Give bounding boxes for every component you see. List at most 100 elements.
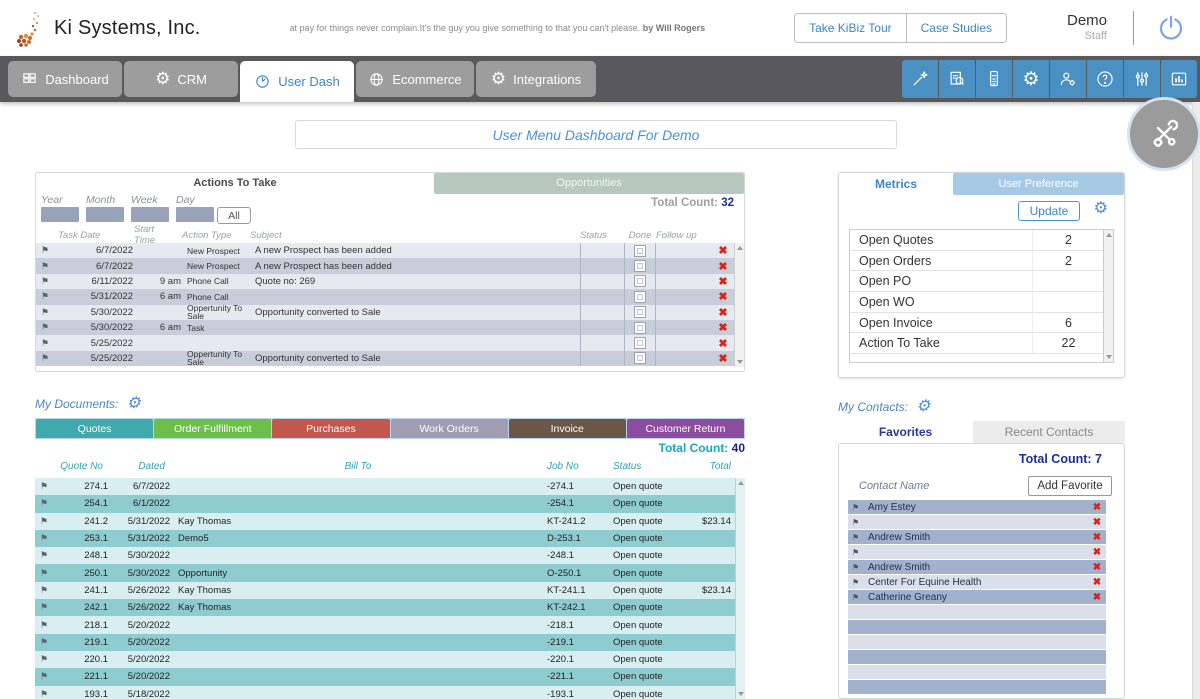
filter-box[interactable] [41,207,79,222]
quote-row[interactable]: ⚑ 221.1 5/20/2022 -221.1 Open quote [35,668,745,685]
document-tab[interactable]: Purchases [272,419,389,438]
delete-task-icon[interactable]: ✖ [712,337,734,350]
invoice-search-icon[interactable] [939,60,975,98]
contact-row[interactable]: ⚑ Andrew Smith ✖ [848,530,1106,545]
remove-favorite-icon[interactable]: ✖ [1088,547,1106,558]
document-tab[interactable]: Order Fulfillment [154,419,271,438]
tab-dashboard[interactable]: Dashboard [8,61,122,97]
settings-gear-icon[interactable]: ⚙ [1013,60,1049,98]
task-row[interactable]: ⚑ 5/30/2022 6 am Task ✖ [36,320,744,335]
remove-favorite-icon[interactable]: ✖ [1088,562,1106,573]
admin-tools-icon[interactable] [1127,97,1200,171]
delete-task-icon[interactable]: ✖ [712,321,734,334]
sliders-icon[interactable] [1124,60,1160,98]
delete-task-icon[interactable]: ✖ [712,260,734,273]
quote-row[interactable]: ⚑ 242.1 5/26/2022 Kay Thomas KT-242.1 Op… [35,599,745,616]
quote-row[interactable]: ⚑ 220.1 5/20/2022 -220.1 Open quote [35,651,745,668]
task-row[interactable]: ⚑ 5/31/2022 6 am Phone Call ✖ [36,289,744,304]
filter-box[interactable] [86,207,124,222]
tab-metrics[interactable]: Metrics [839,173,953,195]
remove-favorite-icon[interactable]: ✖ [1088,517,1106,528]
delete-task-icon[interactable]: ✖ [712,244,734,257]
user-settings-icon[interactable] [1050,60,1086,98]
done-checkbox[interactable] [634,306,646,318]
quote-row[interactable]: ⚑ 241.2 5/31/2022 Kay Thomas KT-241.2 Op… [35,513,745,530]
task-row[interactable]: ⚑ 6/7/2022 New Prospect A new Prospect h… [36,258,744,273]
remove-favorite-icon[interactable]: ✖ [1088,532,1106,543]
metrics-scrollbar[interactable] [1103,230,1113,362]
quote-row[interactable]: ⚑ 241.1 5/26/2022 Kay Thomas KT-241.1 Op… [35,582,745,599]
metric-row[interactable]: Open Quotes 2 [850,230,1104,251]
page-scrollbar[interactable] [1192,102,1200,699]
document-tab[interactable]: Quotes [36,419,153,438]
task-row[interactable]: ⚑ 6/11/2022 9 am Phone Call Quote no: 26… [36,274,744,289]
tab-ecommerce[interactable]: Ecommerce [356,61,474,97]
bar-chart-icon[interactable] [1161,60,1197,98]
remove-favorite-icon[interactable]: ✖ [1088,592,1106,603]
done-checkbox[interactable] [634,275,646,287]
contact-row[interactable]: ⚑ Andrew Smith ✖ [848,560,1106,575]
tab-integrations[interactable]: ⚙ Integrations [476,61,596,97]
task-row[interactable]: ⚑ 5/25/2022 ✖ [36,335,744,350]
filter-box[interactable] [176,207,214,222]
task-row[interactable]: ⚑ 5/25/2022 Oppertunity To Sale Opportun… [36,351,744,366]
done-checkbox[interactable] [634,260,646,272]
done-checkbox[interactable] [634,322,646,334]
actions-scrollbar[interactable] [734,243,744,367]
delete-task-icon[interactable]: ✖ [712,290,734,303]
documents-gear-icon[interactable]: ⚙ [126,396,140,412]
document-tab[interactable]: Invoice [509,419,626,438]
magic-wand-icon[interactable] [902,60,938,98]
done-checkbox[interactable] [634,245,646,257]
metric-row[interactable]: Action To Take 22 [850,333,1104,354]
metric-row[interactable]: Open PO [850,271,1104,292]
contact-row[interactable]: ⚑ Amy Estey ✖ [848,500,1106,515]
contacts-gear-icon[interactable]: ⚙ [916,399,930,415]
task-row[interactable]: ⚑ 6/7/2022 New Prospect A new Prospect h… [36,243,744,258]
done-checkbox[interactable] [634,291,646,303]
remove-favorite-icon[interactable]: ✖ [1088,577,1106,588]
contact-row[interactable]: ⚑ Center For Equine Health ✖ [848,575,1106,590]
delete-task-icon[interactable]: ✖ [712,275,734,288]
take-kibiz-tour-button[interactable]: Take KiBiz Tour [795,14,906,42]
quote-row[interactable]: ⚑ 274.1 6/7/2022 -274.1 Open quote [35,478,745,495]
quotes-scrollbar[interactable] [735,478,745,699]
tab-recent-contacts[interactable]: Recent Contacts [973,421,1125,443]
metric-row[interactable]: Open Orders 2 [850,251,1104,272]
done-checkbox[interactable] [634,337,646,349]
case-studies-button[interactable]: Case Studies [907,14,1006,42]
quote-row[interactable]: ⚑ 193.1 5/18/2022 -193.1 Open quote [35,686,745,699]
quote-row[interactable]: ⚑ 254.1 6/1/2022 -254.1 Open quote [35,495,745,512]
help-icon[interactable] [1087,60,1123,98]
metrics-gear-icon[interactable]: ⚙ [1094,201,1108,217]
tab-favorites[interactable]: Favorites [838,421,973,443]
document-tab[interactable]: Customer Return [627,419,744,438]
tab-crm[interactable]: ⚙ CRM [124,61,238,97]
done-checkbox[interactable] [634,352,646,364]
mobile-phone-icon[interactable] [976,60,1012,98]
quote-row[interactable]: ⚑ 250.1 5/30/2022 Opportunity O-250.1 Op… [35,564,745,581]
filter-box[interactable] [131,207,169,222]
add-favorite-button[interactable]: Add Favorite [1028,476,1112,496]
quote-row[interactable]: ⚑ 218.1 5/20/2022 -218.1 Open quote [35,616,745,633]
metric-row[interactable]: Open Invoice 6 [850,313,1104,334]
contact-row[interactable]: ⚑ ✖ [848,545,1106,560]
update-button[interactable]: Update [1018,201,1080,221]
logout-power-button[interactable] [1156,13,1186,43]
tab-actions-to-take[interactable]: Actions To Take [36,173,434,194]
task-row[interactable]: ⚑ 5/30/2022 Oppertunity To Sale Opportun… [36,305,744,320]
delete-task-icon[interactable]: ✖ [712,352,734,365]
tab-opportunities[interactable]: Opportunities [434,173,744,194]
tab-user-preference[interactable]: User Preference [953,173,1124,195]
quote-row[interactable]: ⚑ 253.1 5/31/2022 Demo5 D-253.1 Open quo… [35,530,745,547]
document-tab[interactable]: Work Orders [391,419,508,438]
filter-all-button[interactable]: All [217,207,251,224]
quote-row[interactable]: ⚑ 248.1 5/30/2022 -248.1 Open quote [35,547,745,564]
contact-row[interactable]: ⚑ ✖ [848,515,1106,530]
contact-row[interactable]: ⚑ Catherine Greany ✖ [848,590,1106,605]
remove-favorite-icon[interactable]: ✖ [1088,502,1106,513]
delete-task-icon[interactable]: ✖ [712,306,734,319]
metric-row[interactable]: Open WO [850,292,1104,313]
quote-row[interactable]: ⚑ 219.1 5/20/2022 -219.1 Open quote [35,634,745,651]
tab-user-dash[interactable]: User Dash [240,61,354,102]
